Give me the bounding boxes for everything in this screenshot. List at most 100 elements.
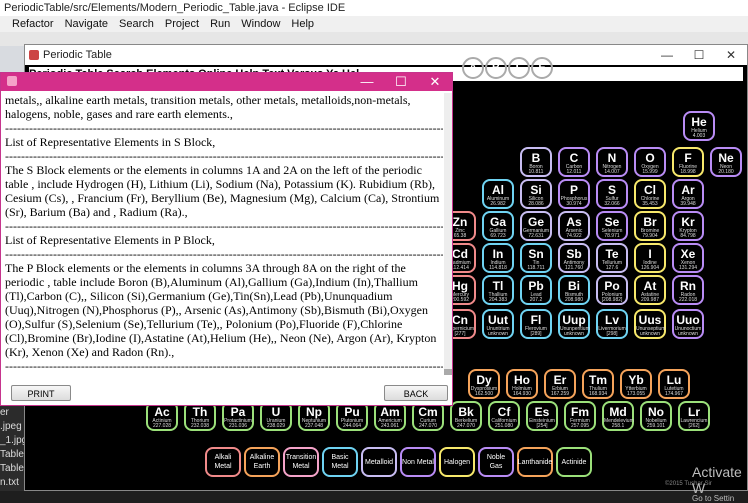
title-letter: A bbox=[462, 57, 484, 79]
dialog-maximize-icon[interactable]: ☐ bbox=[384, 73, 418, 91]
eclipse-menu-search[interactable]: Search bbox=[119, 16, 154, 32]
element-tile-se[interactable]: Se Selenium 78.971 bbox=[596, 211, 628, 241]
element-tile-lr[interactable]: Lr Lawrencium [262] bbox=[678, 401, 710, 431]
element-mass: 18.998 bbox=[680, 169, 696, 175]
element-tile-ho[interactable]: Ho Holmium 164.930 bbox=[506, 369, 538, 399]
element-symbol: S bbox=[607, 183, 616, 197]
element-tile-he[interactable]: He Helium 4.003 bbox=[683, 111, 715, 141]
element-tile-uut[interactable]: Uut Ununtrium unknown bbox=[482, 309, 514, 339]
element-tile-dy[interactable]: Dy Dysprosium 162.500 bbox=[468, 369, 500, 399]
legend-basic-metal[interactable]: Basic Metal bbox=[322, 447, 358, 477]
print-button[interactable]: PRINT bbox=[11, 385, 71, 401]
element-tile-at[interactable]: At Astatine 209.987 bbox=[634, 275, 666, 305]
element-mass: 84.798 bbox=[680, 233, 696, 239]
element-tile-bi[interactable]: Bi Bismuth 208.980 bbox=[558, 275, 590, 305]
element-symbol: Pa bbox=[230, 405, 246, 419]
legend-metalloid[interactable]: Metalloid bbox=[361, 447, 397, 477]
element-tile-lu[interactable]: Lu Lutetium 174.967 bbox=[658, 369, 690, 399]
element-tile-sn[interactable]: Sn Tin 118.711 bbox=[520, 243, 552, 273]
legend-halogen[interactable]: Halogen bbox=[439, 447, 475, 477]
element-tile-o[interactable]: O Oxygen 15.999 bbox=[634, 147, 666, 177]
element-symbol: Sn bbox=[528, 247, 544, 261]
eclipse-menu-project[interactable]: Project bbox=[165, 16, 199, 32]
info-paragraph: --ALL THESE INFORMATIONS ARE FROM RELAIB… bbox=[3, 373, 443, 375]
element-tile-ga[interactable]: Ga Gallium 69.723 bbox=[482, 211, 514, 241]
element-tile-ar[interactable]: Ar Argon 39.948 bbox=[672, 179, 704, 209]
legend-transition-metal[interactable]: Transition Metal bbox=[283, 447, 319, 477]
info-text-area[interactable]: metals,, alkaline earth metals, transiti… bbox=[3, 93, 443, 375]
element-symbol: Xe bbox=[680, 247, 696, 261]
element-tile-n[interactable]: N Nitrogen 14.007 bbox=[596, 147, 628, 177]
element-tile-cf[interactable]: Cf Californium 251.080 bbox=[488, 401, 520, 431]
element-tile-as[interactable]: As Arsenic 74.922 bbox=[558, 211, 590, 241]
element-symbol: Si bbox=[530, 183, 542, 197]
element-mass: 258.1 bbox=[611, 423, 625, 429]
element-tile-tm[interactable]: Tm Thulium 168.934 bbox=[582, 369, 614, 399]
element-mass: 10.811 bbox=[528, 169, 544, 175]
element-tile-yb[interactable]: Yb Ytterbium 173.055 bbox=[620, 369, 652, 399]
element-tile-lv[interactable]: Lv Livermorium [298] bbox=[596, 309, 628, 339]
windows-activation-watermark: Activate W Go to Settin bbox=[692, 464, 748, 503]
element-tile-sb[interactable]: Sb Antimony 121.760 bbox=[558, 243, 590, 273]
element-tile-p[interactable]: P Phosphorus 30.974 bbox=[558, 179, 590, 209]
legend-lanthanide[interactable]: Lanthanide bbox=[517, 447, 553, 477]
element-symbol: Pu bbox=[344, 405, 360, 419]
element-tile-c[interactable]: C Carbon 12.011 bbox=[558, 147, 590, 177]
element-mass: 167.259 bbox=[550, 391, 570, 397]
element-symbol: Lu bbox=[666, 373, 682, 387]
element-tile-kr[interactable]: Kr Krypton 84.798 bbox=[672, 211, 704, 241]
element-tile-po[interactable]: Po Polonium [208.982] bbox=[596, 275, 628, 305]
eclipse-menu-navigate[interactable]: Navigate bbox=[65, 16, 108, 32]
element-tile-cl[interactable]: Cl Chlorine 35.453 bbox=[634, 179, 666, 209]
legend-alkaline-earth[interactable]: Alkaline Earth bbox=[244, 447, 280, 477]
element-mass: 227.028 bbox=[152, 423, 172, 429]
dialog-close-icon[interactable]: ✕ bbox=[418, 73, 452, 91]
dialog-minimize-icon[interactable]: — bbox=[350, 73, 384, 91]
element-tile-uup[interactable]: Uup Ununpentium unknown bbox=[558, 309, 590, 339]
element-tile-md[interactable]: Md Mendelevium 258.1 bbox=[602, 401, 634, 431]
legend-alkali-metal[interactable]: Alkali Metal bbox=[205, 447, 241, 477]
eclipse-menu-help[interactable]: Help bbox=[291, 16, 314, 32]
element-tile-te[interactable]: Te Tellurium 127.6 bbox=[596, 243, 628, 273]
eclipse-menu-run[interactable]: Run bbox=[210, 16, 230, 32]
element-tile-es[interactable]: Es Einsteinium [254] bbox=[526, 401, 558, 431]
element-tile-si[interactable]: Si Silicon 28.086 bbox=[520, 179, 552, 209]
element-mass: 209.987 bbox=[640, 297, 660, 303]
element-mass: 126.904 bbox=[640, 265, 660, 271]
element-tile-bk[interactable]: Bk Berkelium 247.070 bbox=[450, 401, 482, 431]
element-mass: unknown bbox=[563, 331, 584, 337]
element-tile-ne[interactable]: Ne Neon 20.180 bbox=[710, 147, 742, 177]
element-mass: unknown bbox=[487, 331, 508, 337]
element-tile-al[interactable]: Al Aluminum 26.982 bbox=[482, 179, 514, 209]
element-mass: 72.631 bbox=[528, 233, 544, 239]
element-tile-uus[interactable]: Uus Ununseptium unknown bbox=[634, 309, 666, 339]
eclipse-menu-window[interactable]: Window bbox=[241, 16, 280, 32]
element-symbol: Am bbox=[380, 405, 400, 419]
element-tile-ge[interactable]: Ge Germanium 72.631 bbox=[520, 211, 552, 241]
back-button[interactable]: BACK bbox=[384, 385, 448, 401]
element-tile-no[interactable]: No Nobelium 259.101 bbox=[640, 401, 672, 431]
eclipse-menu-refactor[interactable]: Refactor bbox=[12, 16, 54, 32]
element-tile-uuo[interactable]: Uuo Ununoctium unknown bbox=[672, 309, 704, 339]
element-tile-in[interactable]: In Indium 114.818 bbox=[482, 243, 514, 273]
element-tile-b[interactable]: B Boron 10.811 bbox=[520, 147, 552, 177]
legend-actinide[interactable]: Actinide bbox=[556, 447, 592, 477]
element-tile-s[interactable]: S Sulfur 32.066 bbox=[596, 179, 628, 209]
element-tile-xe[interactable]: Xe Xenon 131.294 bbox=[672, 243, 704, 273]
element-tile-rn[interactable]: Rn Radon 222.018 bbox=[672, 275, 704, 305]
scrollbar-thumb[interactable] bbox=[444, 369, 452, 375]
element-tile-pb[interactable]: Pb Lead 207.2 bbox=[520, 275, 552, 305]
element-tile-fm[interactable]: Fm Fermium 257.095 bbox=[564, 401, 596, 431]
element-tile-fl[interactable]: Fl Flerovium [289] bbox=[520, 309, 552, 339]
element-tile-tl[interactable]: Tl Thallium 204.383 bbox=[482, 275, 514, 305]
element-tile-er[interactable]: Er Erbium 167.259 bbox=[544, 369, 576, 399]
legend-non-metal[interactable]: Non Metal bbox=[400, 447, 436, 477]
legend-noble-gas[interactable]: Noble Gas bbox=[478, 447, 514, 477]
element-mass: 247.070 bbox=[456, 423, 476, 429]
element-tile-br[interactable]: Br Bromine 79.904 bbox=[634, 211, 666, 241]
separator-line: ----------------------------------------… bbox=[5, 149, 443, 163]
element-tile-f[interactable]: F Fluorine 18.998 bbox=[672, 147, 704, 177]
element-tile-i[interactable]: I Iodine 126.904 bbox=[634, 243, 666, 273]
vertical-scrollbar[interactable] bbox=[444, 93, 452, 375]
element-symbol: Np bbox=[306, 405, 322, 419]
